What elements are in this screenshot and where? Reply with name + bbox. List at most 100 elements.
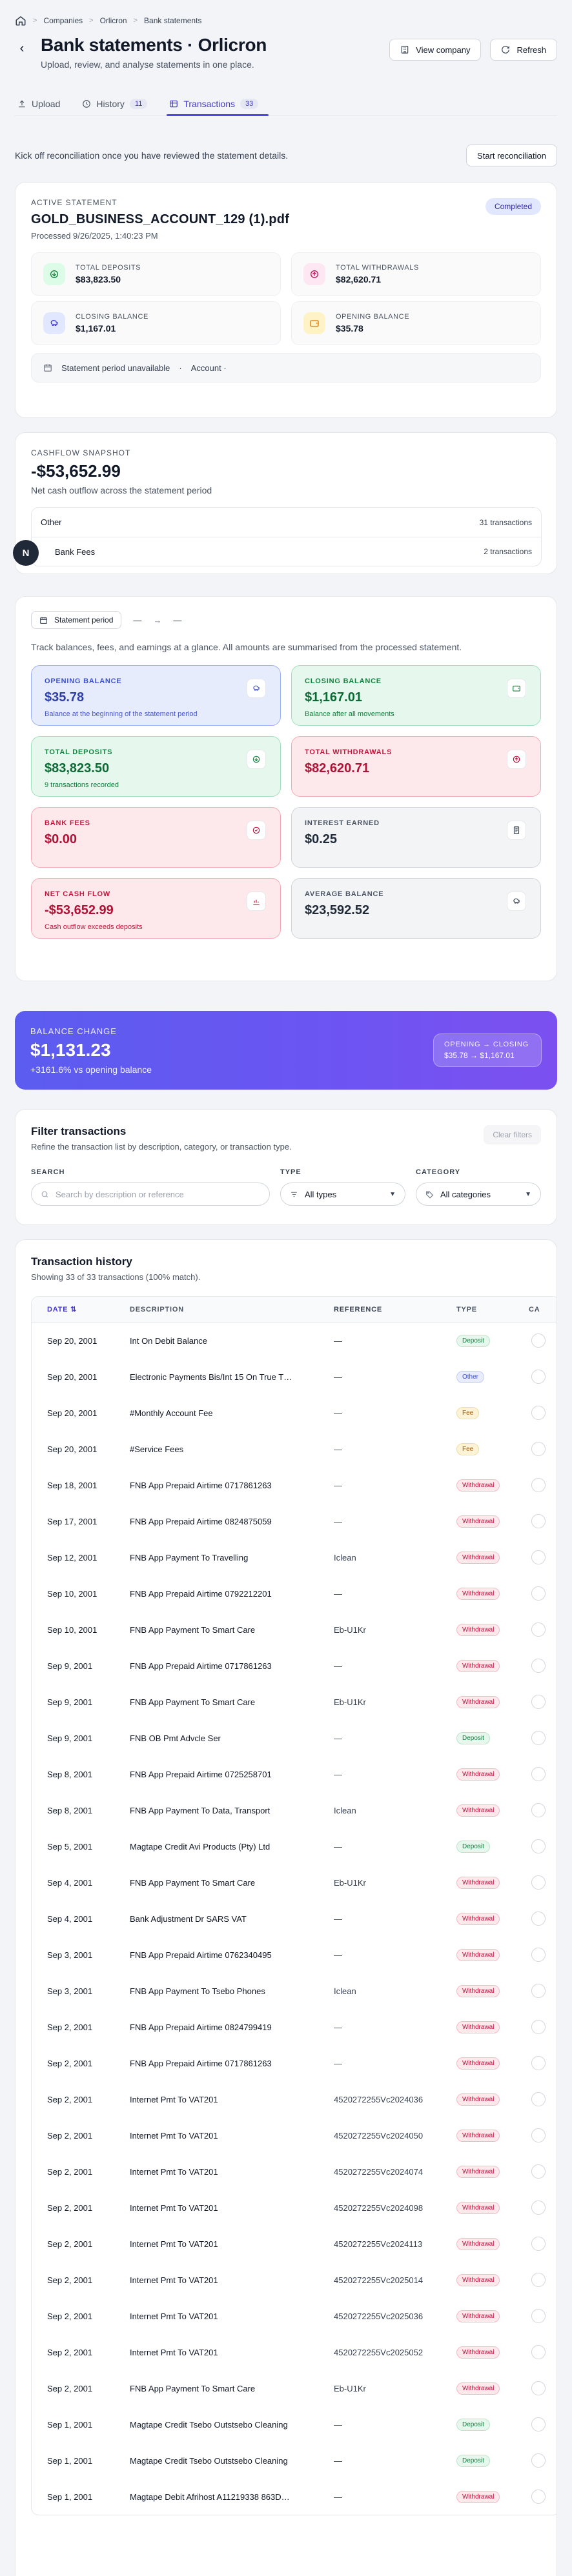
table-row[interactable]: Sep 3, 2001 FNB App Prepaid Airtime 07623… [32,1937,557,1973]
category-select[interactable] [531,1695,546,1709]
refresh-button[interactable]: Refresh [490,39,557,61]
tab-upload[interactable]: Upload [15,92,70,115]
category-select[interactable] [531,2128,546,2142]
category-select[interactable] [531,2164,546,2179]
category-select[interactable] [531,2417,546,2431]
wallet-icon [310,320,319,327]
table-row[interactable]: Sep 2, 2001 Internet Pmt To VAT201 4520272… [32,2081,557,2117]
category-select[interactable] [531,1839,546,1853]
category-select[interactable] [531,2490,546,2504]
category-select[interactable] [531,1875,546,1890]
row-reference: Eb-U1Kr [334,1877,366,1888]
start-reconciliation-button[interactable]: Start reconciliation [466,145,557,166]
table-row[interactable]: Sep 20, 2001 Electronic Payments Bis/Int … [32,1359,557,1395]
table-row[interactable]: Sep 17, 2001 FNB App Prepaid Airtime 0824… [32,1503,557,1539]
category-select[interactable] [531,2381,546,2395]
table-row[interactable]: Sep 8, 2001 FNB App Prepaid Airtime 07252… [32,1756,557,1792]
table-row[interactable]: Sep 1, 2001 Magtape Credit Tsebo Outstseb… [32,2406,557,2442]
type-select[interactable]: All types ▼ [280,1183,405,1206]
table-row[interactable]: Sep 2, 2001 Internet Pmt To VAT201 4520272… [32,2117,557,2153]
table-row[interactable]: Sep 4, 2001 FNB App Payment To Smart Care… [32,1864,557,1901]
category-select[interactable] [531,2309,546,2323]
search-placeholder: Search by description or reference [56,1189,184,1199]
tab-history[interactable]: History 11 [79,92,158,115]
search-icon [41,1191,48,1197]
back-arrow-icon[interactable]: ‹ [15,41,29,55]
category-select[interactable] [531,2345,546,2359]
table-row[interactable]: Sep 20, 2001 #Service Fees — Fee [32,1431,557,1467]
table-row[interactable]: Sep 2, 2001 FNB App Prepaid Airtime 08247… [32,2009,557,2045]
home-icon[interactable] [15,15,26,26]
category-select[interactable] [531,1478,546,1492]
table-row[interactable]: Sep 2, 2001 Internet Pmt To VAT201 4520272… [32,2334,557,2370]
category-select[interactable] [531,2237,546,2251]
row-reference: 4520272255Vc2025014 [334,2275,424,2285]
table-row[interactable]: Sep 9, 2001 FNB App Payment To Smart Care… [32,1684,557,1720]
table-header: DATE ⇅ DESCRIPTION REFERENCE TYPE CA [32,1297,557,1323]
table-row[interactable]: Sep 1, 2001 Magtape Credit Tsebo Outstseb… [32,2442,557,2479]
category-select[interactable] [531,2273,546,2287]
table-row[interactable]: Sep 4, 2001 Bank Adjustment Dr SARS VAT — W… [32,1901,557,1937]
category-select[interactable] [531,1550,546,1564]
table-row[interactable]: Sep 1, 2001 Magtape Debit Afrihost A11219… [32,2479,557,2515]
category-select[interactable] [531,1622,546,1637]
table-row[interactable]: Sep 2, 2001 FNB App Prepaid Airtime 07178… [32,2045,557,2081]
category-select[interactable] [531,1442,546,1456]
category-select[interactable] [531,1586,546,1601]
category-select[interactable] [531,1767,546,1781]
table-row[interactable]: Sep 8, 2001 FNB App Payment To Data, Tran… [32,1792,557,1828]
table-row[interactable]: Sep 2, 2001 Internet Pmt To VAT201 4520272… [32,2262,557,2298]
table-row[interactable]: Sep 12, 2001 FNB App Payment To Travellin… [32,1539,557,1575]
category-select[interactable] [531,2092,546,2106]
breadcrumb-company[interactable]: Orlicron [100,16,127,25]
statement-period-chip[interactable]: Statement period [31,611,122,629]
tab-transactions[interactable]: Transactions 33 [167,92,269,116]
date-column-header[interactable]: DATE ⇅ [32,1305,116,1313]
table-row[interactable]: Sep 10, 2001 FNB App Payment To Smart Car… [32,1612,557,1648]
category-select[interactable] [531,1731,546,1745]
category-select[interactable]: All categories ▼ [416,1183,541,1206]
table-row[interactable]: Sep 9, 2001 FNB OB Pmt Advcle Ser — Deposit [32,1720,557,1756]
row-date: Sep 2, 2001 [47,2058,93,2068]
category-select[interactable] [531,2453,546,2468]
table-row[interactable]: Sep 2, 2001 Internet Pmt To VAT201 4520272… [32,2226,557,2262]
category-select[interactable] [531,1406,546,1420]
category-select[interactable] [531,2056,546,2070]
table-row[interactable]: Sep 2, 2001 Internet Pmt To VAT201 4520272… [32,2190,557,2226]
type-badge: Withdrawal [456,2021,500,2033]
table-row[interactable]: Sep 2, 2001 Internet Pmt To VAT201 4520272… [32,2153,557,2190]
category-select[interactable] [531,1514,546,1528]
view-company-button[interactable]: View company [389,39,482,61]
category-select[interactable] [531,1948,546,1962]
assistant-avatar-button[interactable]: N [13,540,39,566]
row-description: FNB App Payment To Travelling [130,1552,249,1563]
category-select[interactable] [531,1659,546,1673]
category-select[interactable] [531,1333,546,1348]
table-row[interactable]: Sep 20, 2001 Int On Debit Balance — Deposit [32,1323,557,1359]
period-end: — [173,615,182,625]
table-row[interactable]: Sep 10, 2001 FNB App Prepaid Airtime 0792… [32,1575,557,1612]
table-row[interactable]: Sep 2, 2001 Internet Pmt To VAT201 4520272… [32,2298,557,2334]
clear-filters-button[interactable]: Clear filters [484,1125,541,1144]
row-reference: 4520272255Vc2025036 [334,2311,424,2321]
tile-value: $83,823.50 [45,761,110,775]
row-date: Sep 2, 2001 [47,2311,93,2321]
category-select[interactable] [531,1912,546,1926]
row-date: Sep 12, 2001 [47,1552,97,1563]
category-select[interactable] [531,1803,546,1817]
calendar-icon [44,364,52,372]
table-row[interactable]: Sep 3, 2001 FNB App Payment To Tsebo Phon… [32,1973,557,2009]
breadcrumb-companies[interactable]: Companies [43,16,83,25]
table-row[interactable]: Sep 18, 2001 FNB App Prepaid Airtime 0717… [32,1467,557,1503]
summary-tile: BANK FEES $0.00 [31,807,281,868]
table-row[interactable]: Sep 5, 2001 Magtape Credit Avi Products (… [32,1828,557,1864]
table-row[interactable]: Sep 9, 2001 FNB App Prepaid Airtime 07178… [32,1648,557,1684]
category-select[interactable] [531,1984,546,1998]
category-select[interactable] [531,2020,546,2034]
category-select[interactable] [531,1370,546,1384]
category-select[interactable] [531,2201,546,2215]
search-input[interactable]: Search by description or reference [31,1183,270,1206]
summary-tile: INTEREST EARNED $0.25 [291,807,541,868]
table-row[interactable]: Sep 2, 2001 FNB App Payment To Smart Care… [32,2370,557,2406]
table-row[interactable]: Sep 20, 2001 #Monthly Account Fee — Fee [32,1395,557,1431]
